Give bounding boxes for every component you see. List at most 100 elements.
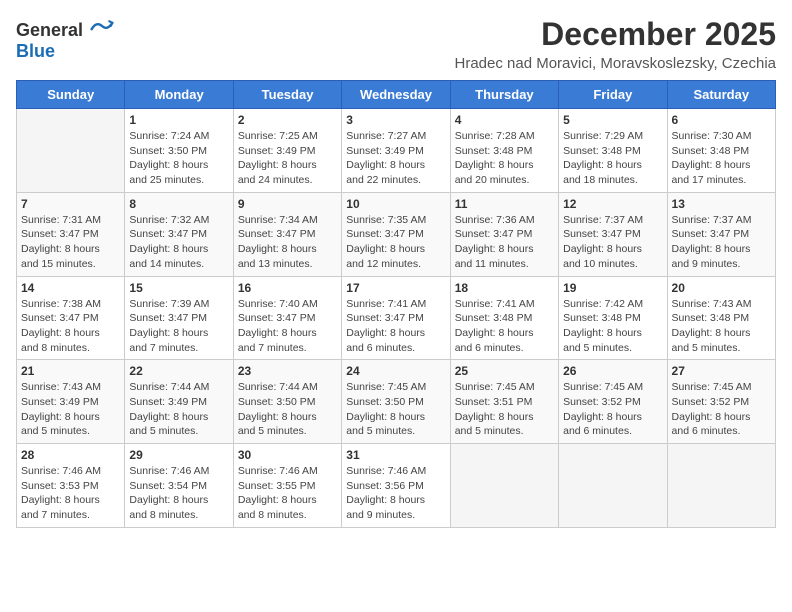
day-info: Sunrise: 7:45 AM Sunset: 3:50 PM Dayligh… xyxy=(346,380,445,439)
day-info: Sunrise: 7:43 AM Sunset: 3:48 PM Dayligh… xyxy=(672,297,771,356)
day-number: 24 xyxy=(346,364,445,378)
calendar-cell: 12 Sunrise: 7:37 AM Sunset: 3:47 PM Dayli… xyxy=(559,192,667,276)
day-number: 17 xyxy=(346,281,445,295)
day-number: 20 xyxy=(672,281,771,295)
header-day-friday: Friday xyxy=(559,81,667,109)
day-number: 9 xyxy=(238,197,337,211)
day-info: Sunrise: 7:46 AM Sunset: 3:54 PM Dayligh… xyxy=(129,464,228,523)
calendar-cell: 18 Sunrise: 7:41 AM Sunset: 3:48 PM Dayli… xyxy=(450,276,558,360)
calendar-body: 1 Sunrise: 7:24 AM Sunset: 3:50 PM Daylig… xyxy=(17,109,776,528)
page-header: General Blue December 2025 Hradec nad Mo… xyxy=(16,16,776,72)
calendar-cell: 29 Sunrise: 7:46 AM Sunset: 3:54 PM Dayli… xyxy=(125,444,233,528)
day-info: Sunrise: 7:46 AM Sunset: 3:56 PM Dayligh… xyxy=(346,464,445,523)
calendar-cell: 15 Sunrise: 7:39 AM Sunset: 3:47 PM Dayli… xyxy=(125,276,233,360)
day-number: 3 xyxy=(346,113,445,127)
calendar-cell xyxy=(667,444,775,528)
day-number: 7 xyxy=(21,197,120,211)
calendar-cell: 16 Sunrise: 7:40 AM Sunset: 3:47 PM Dayli… xyxy=(233,276,341,360)
header-day-tuesday: Tuesday xyxy=(233,81,341,109)
page-title: December 2025 xyxy=(455,16,777,53)
calendar-header: SundayMondayTuesdayWednesdayThursdayFrid… xyxy=(17,81,776,109)
calendar-cell: 25 Sunrise: 7:45 AM Sunset: 3:51 PM Dayli… xyxy=(450,360,558,444)
day-info: Sunrise: 7:41 AM Sunset: 3:47 PM Dayligh… xyxy=(346,297,445,356)
calendar-cell: 2Sunrise: 7:25 AM Sunset: 3:49 PM Daylig… xyxy=(233,109,341,193)
calendar-cell: 7 Sunrise: 7:31 AM Sunset: 3:47 PM Daylig… xyxy=(17,192,125,276)
calendar-cell: 13Sunrise: 7:37 AM Sunset: 3:47 PM Dayli… xyxy=(667,192,775,276)
day-info: Sunrise: 7:36 AM Sunset: 3:47 PM Dayligh… xyxy=(455,213,554,272)
day-number: 18 xyxy=(455,281,554,295)
calendar-cell: 27 Sunrise: 7:45 AM Sunset: 3:52 PM Dayli… xyxy=(667,360,775,444)
day-number: 26 xyxy=(563,364,662,378)
day-number: 12 xyxy=(563,197,662,211)
day-info: Sunrise: 7:28 AM Sunset: 3:48 PM Dayligh… xyxy=(455,129,554,188)
calendar-cell: 3 Sunrise: 7:27 AM Sunset: 3:49 PM Daylig… xyxy=(342,109,450,193)
calendar-cell: 8 Sunrise: 7:32 AM Sunset: 3:47 PM Daylig… xyxy=(125,192,233,276)
day-info: Sunrise: 7:45 AM Sunset: 3:51 PM Dayligh… xyxy=(455,380,554,439)
day-number: 10 xyxy=(346,197,445,211)
page-subtitle: Hradec nad Moravici, Moravskoslezsky, Cz… xyxy=(455,55,777,72)
day-info: Sunrise: 7:43 AM Sunset: 3:49 PM Dayligh… xyxy=(21,380,120,439)
day-number: 4 xyxy=(455,113,554,127)
day-info: Sunrise: 7:37 AM Sunset: 3:47 PM Dayligh… xyxy=(672,213,771,272)
calendar-cell: 4 Sunrise: 7:28 AM Sunset: 3:48 PM Daylig… xyxy=(450,109,558,193)
calendar-cell: 26Sunrise: 7:45 AM Sunset: 3:52 PM Dayli… xyxy=(559,360,667,444)
header-day-thursday: Thursday xyxy=(450,81,558,109)
day-info: Sunrise: 7:32 AM Sunset: 3:47 PM Dayligh… xyxy=(129,213,228,272)
calendar-cell: 30 Sunrise: 7:46 AM Sunset: 3:55 PM Dayli… xyxy=(233,444,341,528)
day-info: Sunrise: 7:31 AM Sunset: 3:47 PM Dayligh… xyxy=(21,213,120,272)
week-row-3: 14 Sunrise: 7:38 AM Sunset: 3:47 PM Dayli… xyxy=(17,276,776,360)
logo-blue: Blue xyxy=(16,41,55,61)
day-number: 16 xyxy=(238,281,337,295)
day-info: Sunrise: 7:35 AM Sunset: 3:47 PM Dayligh… xyxy=(346,213,445,272)
day-info: Sunrise: 7:39 AM Sunset: 3:47 PM Dayligh… xyxy=(129,297,228,356)
day-info: Sunrise: 7:27 AM Sunset: 3:49 PM Dayligh… xyxy=(346,129,445,188)
day-info: Sunrise: 7:44 AM Sunset: 3:49 PM Dayligh… xyxy=(129,380,228,439)
day-info: Sunrise: 7:24 AM Sunset: 3:50 PM Dayligh… xyxy=(129,129,228,188)
day-info: Sunrise: 7:42 AM Sunset: 3:48 PM Dayligh… xyxy=(563,297,662,356)
calendar-cell: 28Sunrise: 7:46 AM Sunset: 3:53 PM Dayli… xyxy=(17,444,125,528)
calendar-cell: 1 Sunrise: 7:24 AM Sunset: 3:50 PM Daylig… xyxy=(125,109,233,193)
day-info: Sunrise: 7:41 AM Sunset: 3:48 PM Dayligh… xyxy=(455,297,554,356)
calendar-cell: 19 Sunrise: 7:42 AM Sunset: 3:48 PM Dayli… xyxy=(559,276,667,360)
day-number: 29 xyxy=(129,448,228,462)
calendar-cell: 5 Sunrise: 7:29 AM Sunset: 3:48 PM Daylig… xyxy=(559,109,667,193)
calendar-table: SundayMondayTuesdayWednesdayThursdayFrid… xyxy=(16,80,776,528)
day-info: Sunrise: 7:34 AM Sunset: 3:47 PM Dayligh… xyxy=(238,213,337,272)
calendar-cell xyxy=(17,109,125,193)
day-number: 25 xyxy=(455,364,554,378)
calendar-cell: 31 Sunrise: 7:46 AM Sunset: 3:56 PM Dayli… xyxy=(342,444,450,528)
calendar-cell: 11Sunrise: 7:36 AM Sunset: 3:47 PM Dayli… xyxy=(450,192,558,276)
day-info: Sunrise: 7:40 AM Sunset: 3:47 PM Dayligh… xyxy=(238,297,337,356)
week-row-4: 21 Sunrise: 7:43 AM Sunset: 3:49 PM Dayli… xyxy=(17,360,776,444)
day-number: 19 xyxy=(563,281,662,295)
day-info: Sunrise: 7:29 AM Sunset: 3:48 PM Dayligh… xyxy=(563,129,662,188)
calendar-cell: 21 Sunrise: 7:43 AM Sunset: 3:49 PM Dayli… xyxy=(17,360,125,444)
day-number: 5 xyxy=(563,113,662,127)
day-info: Sunrise: 7:46 AM Sunset: 3:55 PM Dayligh… xyxy=(238,464,337,523)
day-info: Sunrise: 7:37 AM Sunset: 3:47 PM Dayligh… xyxy=(563,213,662,272)
day-number: 15 xyxy=(129,281,228,295)
day-number: 27 xyxy=(672,364,771,378)
day-info: Sunrise: 7:45 AM Sunset: 3:52 PM Dayligh… xyxy=(672,380,771,439)
day-number: 30 xyxy=(238,448,337,462)
calendar-cell: 14 Sunrise: 7:38 AM Sunset: 3:47 PM Dayli… xyxy=(17,276,125,360)
day-number: 21 xyxy=(21,364,120,378)
calendar-cell: 22 Sunrise: 7:44 AM Sunset: 3:49 PM Dayli… xyxy=(125,360,233,444)
day-number: 1 xyxy=(129,113,228,127)
day-number: 28 xyxy=(21,448,120,462)
day-info: Sunrise: 7:30 AM Sunset: 3:48 PM Dayligh… xyxy=(672,129,771,188)
day-number: 23 xyxy=(238,364,337,378)
title-block: December 2025 Hradec nad Moravici, Morav… xyxy=(455,16,777,72)
logo: General Blue xyxy=(16,16,114,62)
header-day-wednesday: Wednesday xyxy=(342,81,450,109)
calendar-cell: 23Sunrise: 7:44 AM Sunset: 3:50 PM Dayli… xyxy=(233,360,341,444)
calendar-cell xyxy=(559,444,667,528)
day-number: 31 xyxy=(346,448,445,462)
day-number: 8 xyxy=(129,197,228,211)
day-info: Sunrise: 7:38 AM Sunset: 3:47 PM Dayligh… xyxy=(21,297,120,356)
day-number: 14 xyxy=(21,281,120,295)
logo-block: General Blue xyxy=(16,16,114,62)
day-number: 2 xyxy=(238,113,337,127)
calendar-cell: 24 Sunrise: 7:45 AM Sunset: 3:50 PM Dayli… xyxy=(342,360,450,444)
day-number: 22 xyxy=(129,364,228,378)
